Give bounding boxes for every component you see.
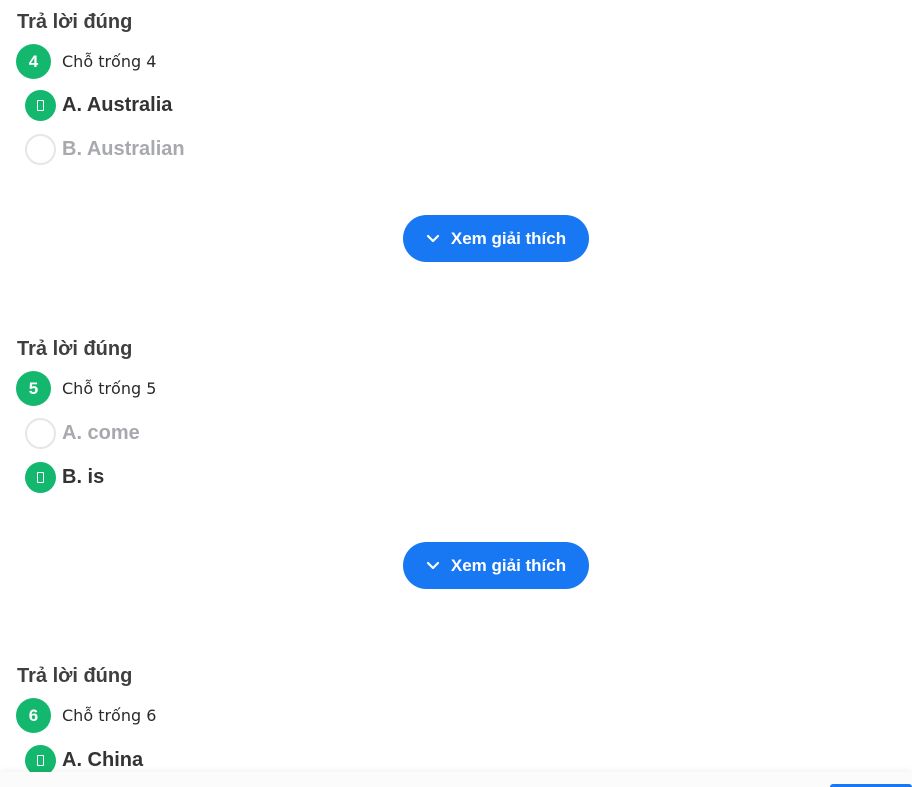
question-number-badge: 4 <box>16 44 51 79</box>
result-label: Trả lời đúng <box>17 11 133 33</box>
question-block: Trả lời đúng 5 Chỗ trống 5 A. come B. is… <box>0 327 912 657</box>
radio-empty-icon <box>25 418 56 449</box>
question-block: Trả lời đúng 4 Chỗ trống 4 A. Australia … <box>0 0 912 330</box>
explain-button-label: Xem giải thích <box>450 228 567 248</box>
check-icon <box>25 462 56 493</box>
question-header: 5 Chỗ trống 5 <box>16 371 156 406</box>
question-number-badge: 6 <box>16 698 51 733</box>
option-b[interactable]: B. Australian <box>25 134 185 165</box>
check-icon <box>25 90 56 121</box>
option-label: A. come <box>62 422 140 444</box>
question-header: 6 Chỗ trống 6 <box>16 698 156 733</box>
question-prompt: Chỗ trống 5 <box>62 379 157 398</box>
question-block: Trả lời đúng 6 Chỗ trống 6 A. China <box>0 654 912 776</box>
explain-button[interactable]: Xem giải thích <box>403 215 589 262</box>
result-label: Trả lời đúng <box>17 665 133 687</box>
option-label: A. Australia <box>62 94 173 116</box>
option-label: A. China <box>62 749 144 771</box>
option-a[interactable]: A. come <box>25 418 140 449</box>
radio-empty-icon <box>25 134 56 165</box>
explain-button[interactable]: Xem giải thích <box>403 542 589 589</box>
question-number-badge: 5 <box>16 371 51 406</box>
question-prompt: Chỗ trống 6 <box>62 706 157 725</box>
option-label: B. Australian <box>62 138 185 160</box>
explain-button-label: Xem giải thích <box>450 555 567 575</box>
result-label: Trả lời đúng <box>17 338 133 360</box>
option-a[interactable]: A. Australia <box>25 90 172 121</box>
question-prompt: Chỗ trống 4 <box>62 52 157 71</box>
option-label: B. is <box>62 466 105 488</box>
option-b[interactable]: B. is <box>25 462 104 493</box>
chevron-down-icon <box>426 561 439 569</box>
question-header: 4 Chỗ trống 4 <box>16 44 156 79</box>
bottom-toolbar <box>0 772 912 787</box>
chevron-down-icon <box>426 234 439 242</box>
quiz-results-page: Trả lời đúng 4 Chỗ trống 4 A. Australia … <box>0 0 912 787</box>
